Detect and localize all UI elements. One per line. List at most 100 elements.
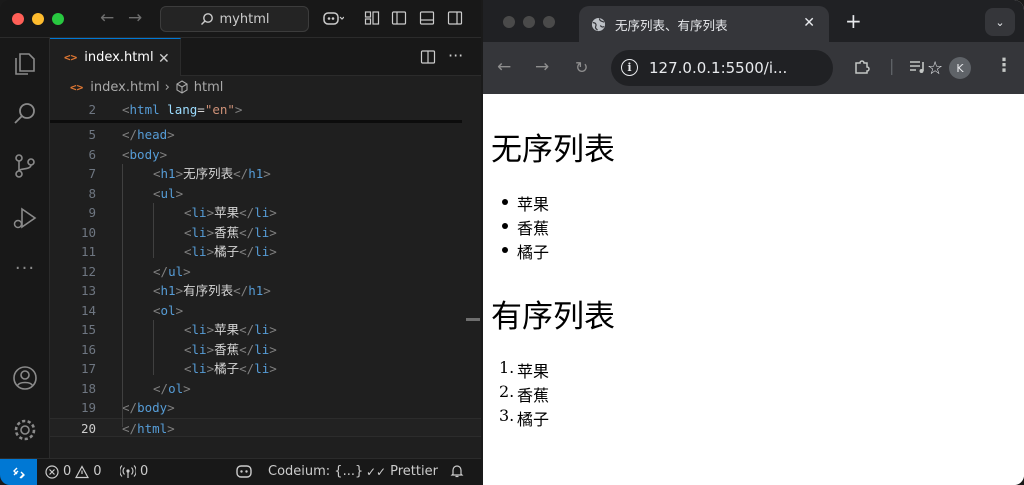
code-line[interactable]: 12 </ul> <box>50 262 481 282</box>
code-line[interactable]: 8 <ul> <box>50 184 481 204</box>
back-arrow-icon[interactable]: ← <box>497 57 511 77</box>
code-line[interactable]: 14 <ol> <box>50 301 481 321</box>
code-text: <li>橘子</li> <box>184 361 277 376</box>
kebab-menu-icon[interactable]: ⋮ <box>995 55 1013 76</box>
code-line[interactable]: 17 <li>橘子</li> <box>50 359 481 379</box>
list-number: 2. <box>499 382 515 401</box>
browser-toolbar: ← → ↻ i 127.0.0.1:5500/i... ☆ | K ⋮ <box>483 42 1024 94</box>
toggle-secondary-sidebar-icon[interactable] <box>447 10 463 26</box>
code-line[interactable]: 6 <body> <box>50 145 481 165</box>
codeium-label: Codeium: {...} <box>268 464 364 479</box>
split-editor-icon[interactable] <box>420 49 436 65</box>
maximize-window-button[interactable] <box>52 13 64 25</box>
notifications-status[interactable] <box>450 464 464 478</box>
code-text: <ol> <box>153 302 184 318</box>
indent-guide <box>153 320 154 375</box>
code-line[interactable]: 9 <li>苹果</li> <box>50 203 481 223</box>
code-line[interactable]: 15 <li>苹果</li> <box>50 320 481 340</box>
minimize-window-button[interactable] <box>523 16 535 28</box>
tab-search-button[interactable]: ⌄ <box>985 8 1015 36</box>
activity-bar: ··· <box>0 38 50 458</box>
code-line[interactable]: 20 </html> <box>50 417 481 437</box>
close-icon[interactable]: ✕ <box>803 15 815 31</box>
extensions-puzzle-icon[interactable] <box>853 57 871 75</box>
more-views-icon[interactable]: ··· <box>11 258 39 286</box>
breadcrumb-file[interactable]: index.html <box>90 80 159 95</box>
scrollbar-cursor-marker[interactable] <box>466 318 480 321</box>
code-line[interactable]: 13 <h1>有序列表</h1> <box>50 281 481 301</box>
warning-count: 0 <box>93 464 102 479</box>
more-actions-icon[interactable]: ··· <box>448 46 463 65</box>
line-number: 14 <box>80 302 96 318</box>
forward-arrow-icon[interactable]: → <box>128 8 142 28</box>
code-text: <li>橘子</li> <box>184 244 277 259</box>
code-line[interactable]: 11 <li>橘子</li> <box>50 242 481 262</box>
tab-index-html[interactable]: <> index.html ✕ <box>50 38 181 76</box>
command-center-search[interactable]: myhtml <box>160 6 309 32</box>
search-view-icon[interactable] <box>11 100 39 128</box>
run-and-debug-icon[interactable] <box>11 204 39 232</box>
ports-status[interactable]: 0 <box>120 464 148 479</box>
media-controls-icon[interactable] <box>909 59 927 75</box>
close-window-button[interactable] <box>12 13 24 25</box>
search-icon <box>200 13 213 25</box>
code-line[interactable]: 19 </body> <box>50 398 481 418</box>
customize-layout-icon[interactable] <box>364 10 380 26</box>
code-line[interactable]: 2 <html lang="en"> <box>50 100 481 120</box>
list-item: 2. 香蕉 <box>499 382 549 406</box>
explorer-icon[interactable] <box>11 50 39 78</box>
code-text: <html lang="en"> <box>122 102 243 117</box>
code-line[interactable]: 7 <h1>无序列表</h1> <box>50 164 481 184</box>
close-icon[interactable]: ✕ <box>158 51 170 67</box>
url-text: 127.0.0.1:5500/i... <box>649 59 788 77</box>
code-editor[interactable]: 2 <html lang="en"> 5 </head> 6 <body> 7 <h1>无序列… <box>50 98 481 458</box>
breadcrumb-symbol[interactable]: html <box>194 80 224 95</box>
code-text: </head> <box>122 127 175 142</box>
browser-tab[interactable]: 无序列表、有序列表 ✕ <box>579 6 829 42</box>
html-file-icon: <> <box>70 80 84 94</box>
minimize-window-button[interactable] <box>32 13 44 25</box>
site-info-icon[interactable]: i <box>621 59 638 76</box>
maximize-window-button[interactable] <box>543 16 555 28</box>
line-number: 10 <box>80 224 96 240</box>
browser-window: 无序列表、有序列表 ✕ + ⌄ ← → ↻ i 127.0.0.1:5500/i… <box>483 0 1024 485</box>
code-text: <li>香蕉</li> <box>184 341 277 357</box>
line-number: 7 <box>88 166 96 181</box>
close-window-button[interactable] <box>503 16 515 28</box>
line-number: 6 <box>88 146 96 162</box>
html-file-icon: <> <box>64 51 78 64</box>
bullet-marker <box>502 247 508 253</box>
accounts-icon[interactable] <box>11 364 39 392</box>
toggle-primary-sidebar-icon[interactable] <box>391 10 407 26</box>
reload-icon[interactable]: ↻ <box>575 58 588 77</box>
code-line[interactable]: 18 </ol> <box>50 379 481 399</box>
copilot-icon[interactable] <box>322 10 344 26</box>
list-item-text: 橘子 <box>517 410 550 429</box>
bookmark-star-icon[interactable]: ☆ <box>927 58 943 79</box>
profile-avatar[interactable]: K <box>949 57 971 79</box>
bullet-marker <box>502 199 508 205</box>
indent-guide <box>122 164 123 427</box>
problems-status[interactable]: 0 0 <box>45 464 102 479</box>
address-bar[interactable]: i 127.0.0.1:5500/i... ☆ <box>611 50 943 86</box>
prettier-status[interactable]: ✓✓ Prettier <box>366 464 438 479</box>
copilot-status[interactable] <box>236 464 252 478</box>
chevron-down-icon: ⌄ <box>995 15 1005 29</box>
code-line[interactable]: 16 <li>香蕉</li> <box>50 340 481 360</box>
globe-icon <box>591 17 606 31</box>
list-item: 橘子 <box>502 239 549 263</box>
line-number: 5 <box>88 127 96 142</box>
forward-arrow-icon[interactable]: → <box>535 57 549 77</box>
code-text: <ul> <box>153 185 184 201</box>
code-line[interactable]: 5 </head> <box>50 125 481 145</box>
remote-indicator[interactable] <box>0 459 37 485</box>
line-number: 8 <box>88 185 96 201</box>
back-arrow-icon[interactable]: ← <box>100 8 114 28</box>
code-line[interactable]: 10 <li>香蕉</li> <box>50 223 481 243</box>
new-tab-plus-icon[interactable]: + <box>845 9 862 33</box>
source-control-icon[interactable] <box>11 152 39 180</box>
code-text: </html> <box>122 420 175 436</box>
toggle-panel-icon[interactable] <box>419 10 435 26</box>
settings-gear-icon[interactable] <box>11 416 39 444</box>
codeium-status[interactable]: Codeium: {...} <box>268 464 363 479</box>
